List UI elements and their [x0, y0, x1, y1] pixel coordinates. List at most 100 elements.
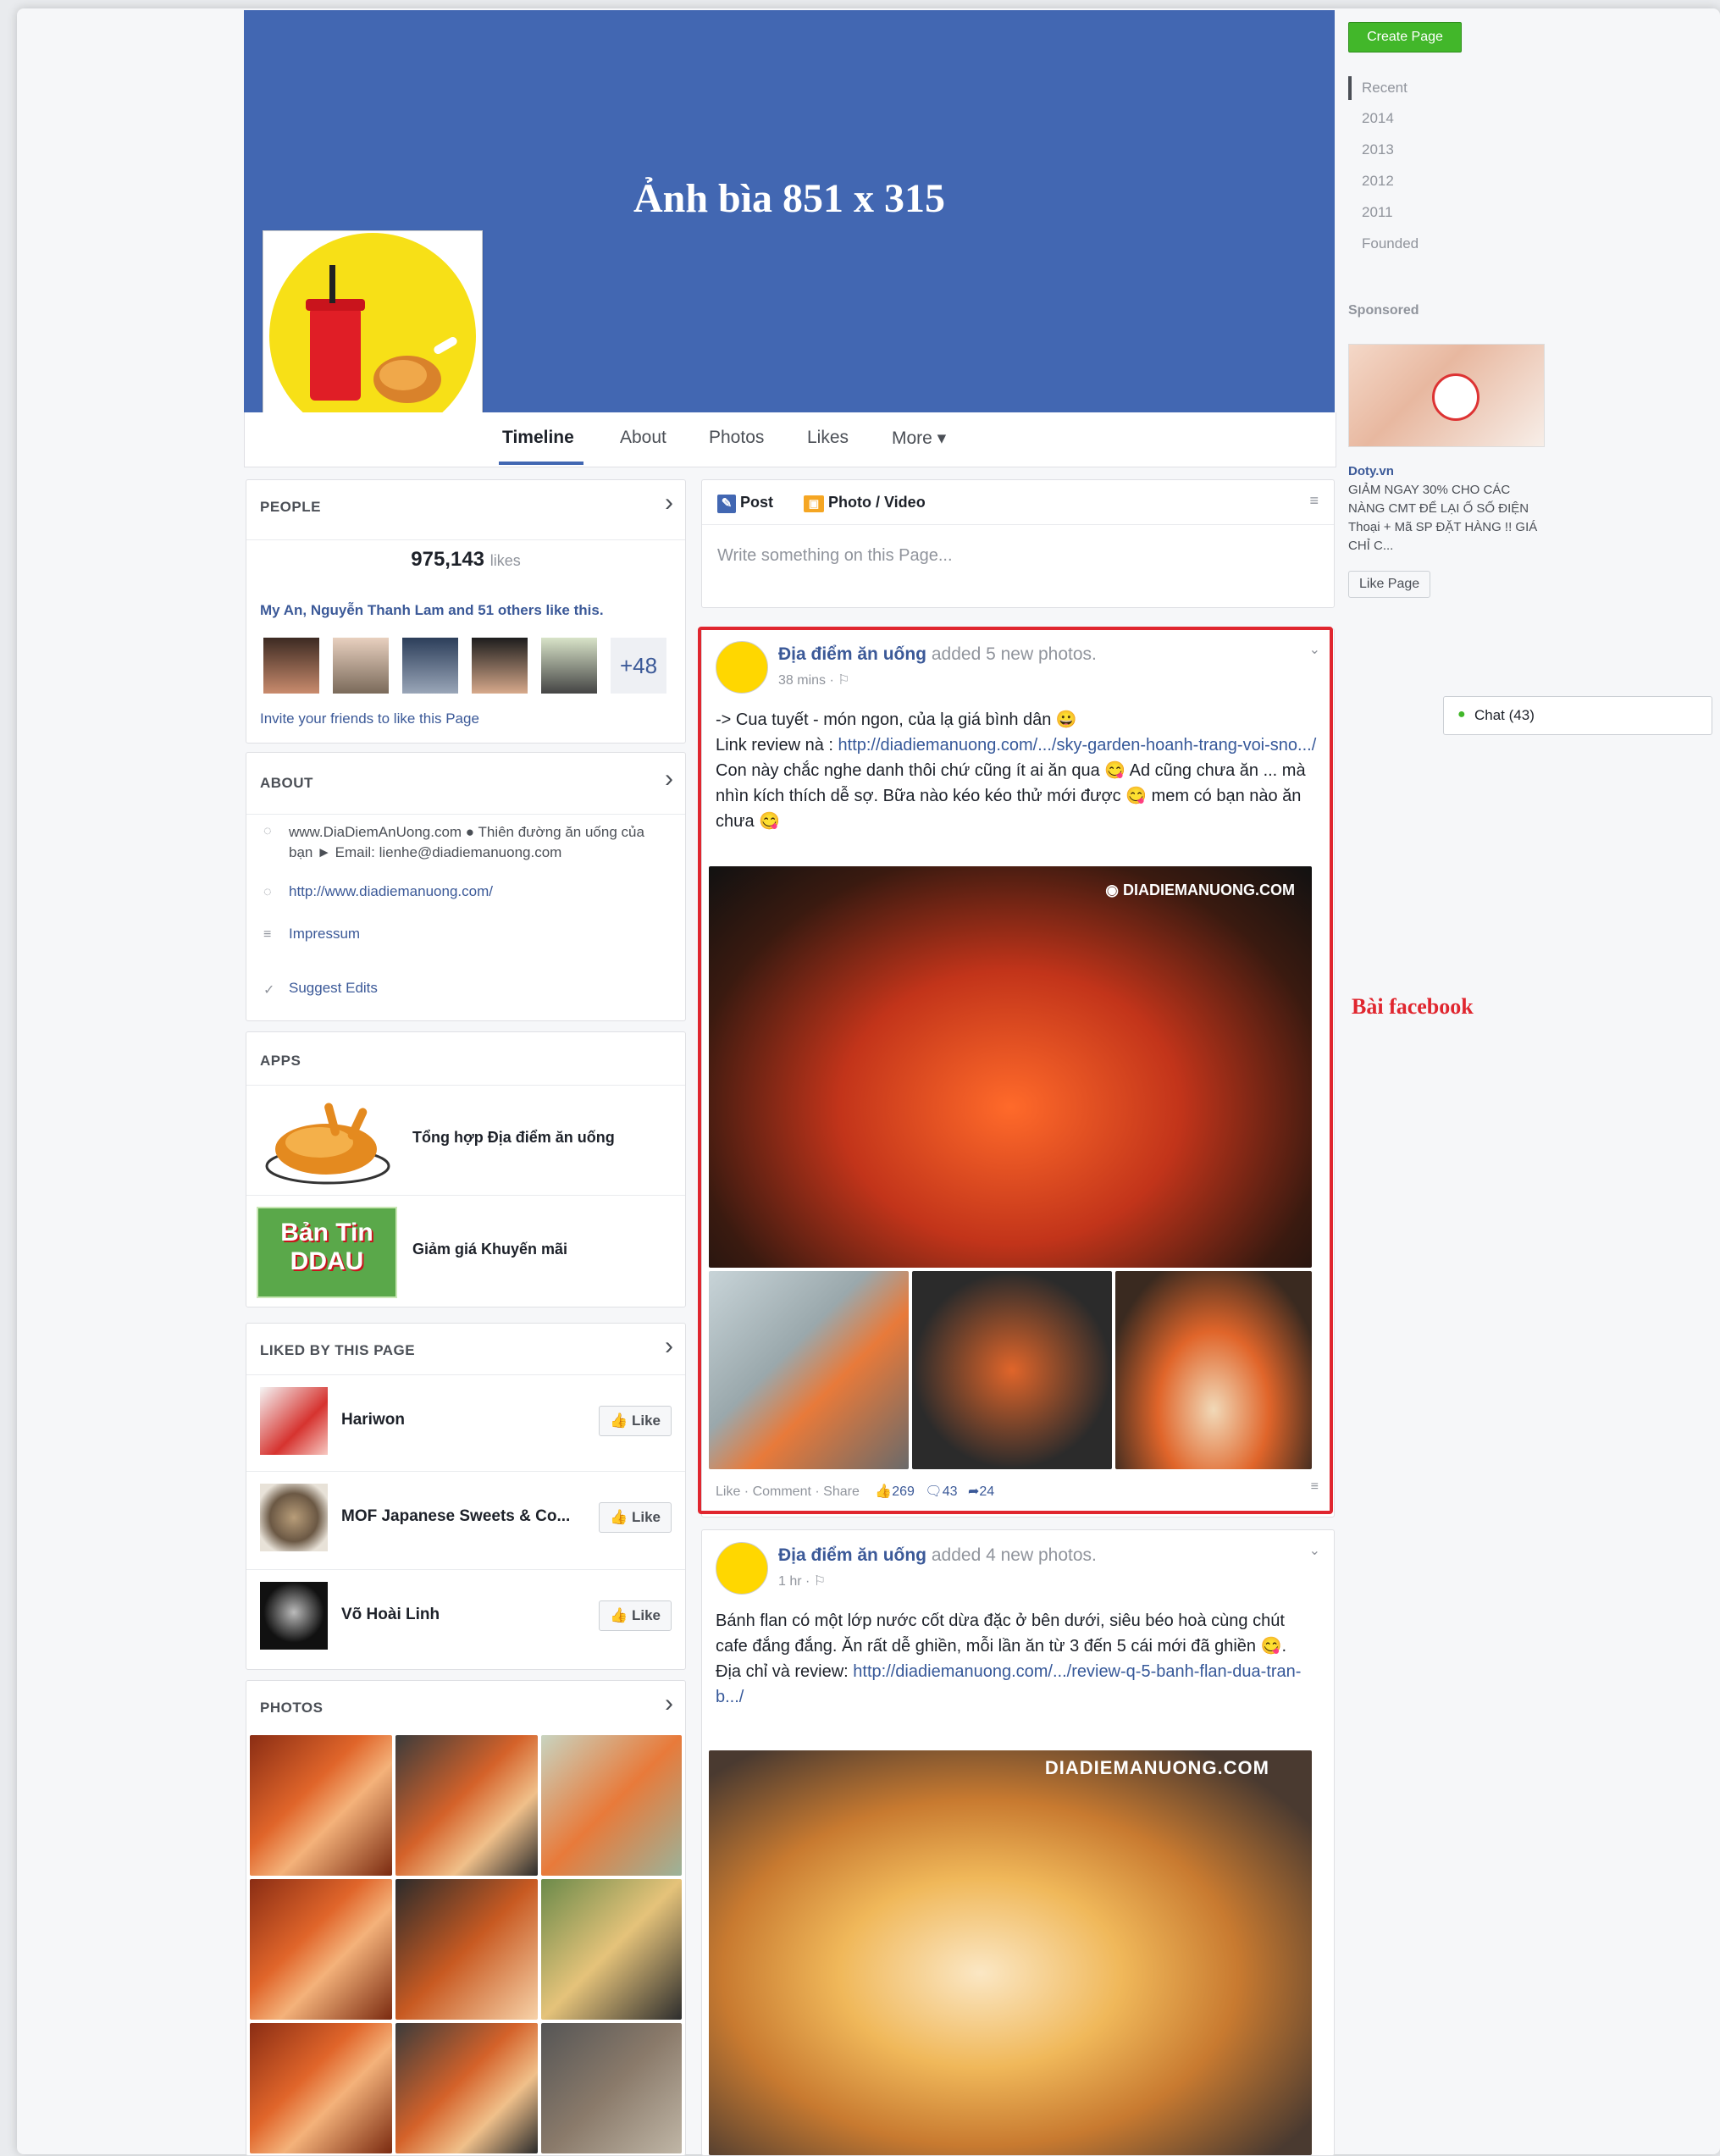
friend-avatar[interactable]	[402, 638, 458, 694]
app-label: Giảm giá Khuyến mãi	[412, 1241, 568, 1258]
chat-bar[interactable]: ● Chat (43)	[1443, 696, 1712, 735]
page-thumbnail	[260, 1582, 328, 1650]
friend-avatar[interactable]	[541, 638, 597, 694]
photos-title: PHOTOS	[260, 1700, 324, 1716]
photo-thumbnail[interactable]	[395, 2023, 538, 2153]
page-thumbnail	[260, 1484, 328, 1551]
tab-photos[interactable]: Photos	[709, 428, 764, 448]
photo-thumbnail[interactable]	[541, 1879, 682, 2020]
composer-card: ✎ Post ▣ Photo / Video ≡ Write something…	[701, 479, 1335, 608]
about-title: ABOUT	[260, 775, 313, 791]
year-item[interactable]: Recent	[1362, 80, 1408, 97]
year-item[interactable]: 2012	[1362, 173, 1394, 190]
more-friends-count[interactable]: +48	[611, 638, 666, 694]
badge-line1: Bản Tin	[280, 1219, 373, 1247]
chat-label: Chat (43)	[1474, 707, 1535, 723]
likes-count-line: 975,143 likes	[246, 548, 685, 572]
ad-badge-icon	[1432, 373, 1479, 421]
chat-online-icon: ●	[1457, 707, 1466, 721]
chevron-right-icon[interactable]: ›	[665, 1334, 673, 1359]
create-page-button[interactable]: Create Page	[1348, 22, 1462, 53]
people-title: PEOPLE	[260, 499, 321, 515]
ad-text: GIẢM NGAY 30% CHO CÁC NÀNG CMT ĐỂ LẠI Ố …	[1348, 483, 1538, 553]
liked-page-row[interactable]: Võ Hoài Linh 👍 Like	[246, 1569, 685, 1663]
post-card: Địa điểm ăn uống added 4 new photos. 1 h…	[701, 1529, 1335, 2156]
pencil-icon: ✎	[717, 495, 736, 513]
year-item[interactable]: 2013	[1362, 141, 1394, 158]
friend-avatar[interactable]	[472, 638, 528, 694]
liked-page-row[interactable]: MOF Japanese Sweets & Co... 👍 Like	[246, 1471, 685, 1565]
likes-suffix: likes	[489, 552, 521, 569]
chevron-right-icon[interactable]: ›	[665, 490, 673, 516]
page-name: MOF Japanese Sweets & Co...	[341, 1507, 571, 1525]
post-page-name[interactable]: Địa điểm ăn uống	[778, 1545, 926, 1565]
like-button[interactable]: 👍 Like	[599, 1600, 672, 1631]
tab-about[interactable]: About	[620, 428, 666, 448]
page-thumbnail	[260, 1387, 328, 1455]
liked-page-row[interactable]: Hariwon 👍 Like	[246, 1374, 685, 1468]
post-line: Bánh flan có một lớp nước cốt dừa đặc ở …	[716, 1611, 1287, 1656]
people-card: PEOPLE › 975,143 likes My An, Nguyễn Tha…	[246, 479, 686, 744]
cover-title: Ảnh bìa 851 x 315	[633, 176, 946, 221]
badge-line2: DDAU	[290, 1247, 364, 1275]
post-body: Bánh flan có một lớp nước cốt dừa đặc ở …	[716, 1608, 1320, 1710]
composer-post-tab[interactable]: ✎ Post	[717, 494, 773, 513]
highlight-frame	[698, 627, 1333, 1514]
app-item[interactable]: Tổng hợp Địa điểm ăn uống	[246, 1086, 685, 1193]
post-action: added 4 new photos.	[931, 1545, 1097, 1565]
list-icon: ≡	[263, 927, 272, 942]
page-avatar[interactable]	[716, 1542, 768, 1595]
year-item[interactable]: 2014	[1362, 110, 1394, 127]
ad-brand[interactable]: Doty.vn	[1348, 464, 1394, 478]
post-timestamp[interactable]: 1 hr · ⚐	[778, 1573, 826, 1589]
tab-likes[interactable]: Likes	[807, 428, 849, 448]
sponsored-label: Sponsored	[1348, 303, 1419, 318]
post-main-photo[interactable]: DIADIEMANUONG.COM	[709, 1750, 1312, 2155]
composer-photo-tab[interactable]: ▣ Photo / Video	[804, 494, 926, 512]
about-card: ABOUT › ◌ www.DiaDiemAnUong.com ● Thiên …	[246, 752, 686, 1021]
like-button[interactable]: 👍 Like	[599, 1502, 672, 1533]
friends-like-text[interactable]: My An, Nguyễn Thanh Lam and 51 others li…	[260, 602, 604, 619]
suggest-edits-link[interactable]: Suggest Edits	[289, 980, 378, 997]
annotation-label: Bài facebook	[1352, 994, 1474, 1019]
chevron-right-icon[interactable]: ›	[665, 766, 673, 792]
friend-avatar[interactable]	[263, 638, 319, 694]
chevron-right-icon[interactable]: ›	[665, 1691, 673, 1717]
globe-icon: ◌	[263, 885, 272, 899]
post-menu-icon[interactable]: ⌄	[1309, 1542, 1320, 1559]
year-item[interactable]: 2011	[1362, 204, 1393, 221]
about-description: www.DiaDiemAnUong.com ● Thiên đường ăn u…	[289, 824, 644, 860]
friend-avatar[interactable]	[333, 638, 389, 694]
like-page-button[interactable]: Like Page	[1348, 571, 1431, 598]
page-name: Võ Hoài Linh	[341, 1606, 440, 1623]
info-icon: ◌	[263, 824, 272, 838]
invite-friends-link[interactable]: Invite your friends to like this Page	[260, 710, 479, 727]
composer-input[interactable]: Write something on this Page...	[717, 546, 953, 566]
check-icon: ✓	[263, 983, 275, 998]
photo-thumbnail[interactable]	[395, 1735, 538, 1876]
photo-thumbnail[interactable]	[250, 1735, 392, 1876]
tab-timeline[interactable]: Timeline	[502, 428, 574, 448]
website-link[interactable]: http://www.diadiemanuong.com/	[289, 883, 493, 900]
like-button[interactable]: 👍 Like	[599, 1406, 672, 1436]
photo-thumbnail[interactable]	[250, 2023, 392, 2153]
page-tabs-bar: Timeline About Photos Likes More ▾	[244, 412, 1336, 467]
photos-card: PHOTOS ›	[246, 1680, 686, 2156]
impressum-link[interactable]: Impressum	[289, 926, 360, 943]
photo-thumbnail[interactable]	[541, 1735, 682, 1876]
apps-card: APPS Tổng hợp Địa điểm ăn uống Bản Tin D…	[246, 1031, 686, 1307]
post-line: Địa chỉ và review: http://diadiemanuong.…	[716, 1662, 1302, 1706]
app-label: Tổng hợp Địa điểm ăn uống	[412, 1129, 615, 1146]
photo-thumbnail[interactable]	[395, 1879, 538, 2020]
photo-thumbnail[interactable]	[541, 2023, 682, 2153]
tab-more[interactable]: More ▾	[892, 428, 946, 449]
ad-image[interactable]	[1348, 344, 1545, 447]
tab-active-underline	[499, 462, 583, 465]
page-name: Hariwon	[341, 1411, 405, 1429]
roast-chicken-icon	[265, 1103, 390, 1185]
year-item[interactable]: Founded	[1362, 235, 1419, 252]
composer-options-icon[interactable]: ≡	[1309, 492, 1319, 510]
photo-thumbnail[interactable]	[250, 1879, 392, 2020]
news-badge: Bản Tin DDAU	[257, 1207, 397, 1298]
app-item[interactable]: Bản Tin DDAU Giảm giá Khuyến mãi	[246, 1197, 685, 1303]
